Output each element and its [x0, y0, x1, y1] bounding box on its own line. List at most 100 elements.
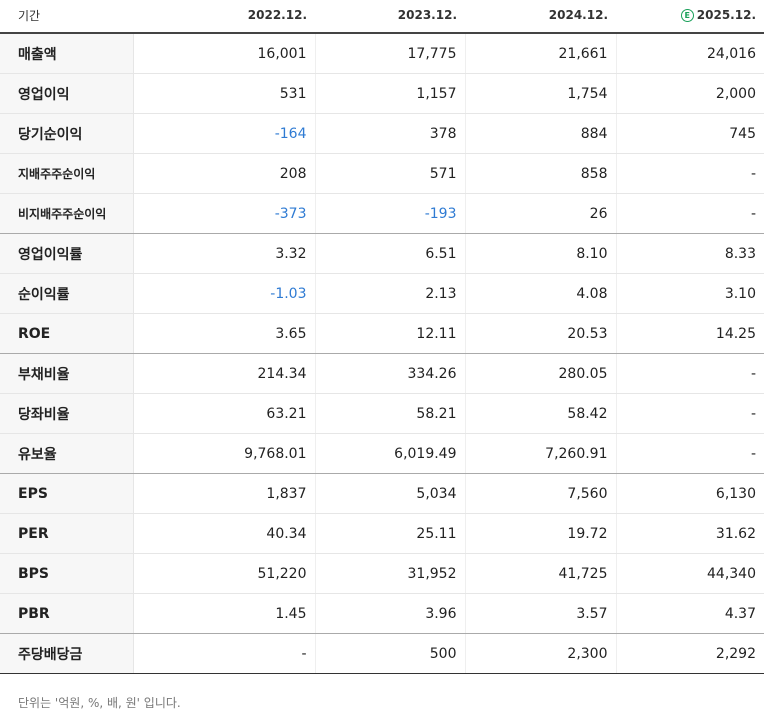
row-label: BPS — [0, 553, 134, 594]
cell-value: 1.45 — [133, 593, 316, 634]
cell-value: -373 — [133, 193, 316, 234]
table-row: 유보율 9,768.01 6,019.49 7,260.91- — [0, 433, 764, 474]
cell-value: 4.37 — [616, 593, 764, 634]
row-label: 당기순이익 — [0, 113, 134, 154]
cell-value: 6,130 — [616, 473, 764, 514]
cell-value: 4.08 — [465, 273, 617, 314]
table-row: 비지배주주순이익 -373 -193 26- — [0, 193, 764, 234]
row-label: 매출액 — [0, 33, 134, 74]
cell-value: 378 — [315, 113, 466, 154]
row-label: 주당배당금 — [0, 633, 134, 674]
row-label: 영업이익률 — [0, 233, 134, 274]
cell-value: 1,157 — [315, 73, 466, 114]
cell-value: 1,837 — [133, 473, 316, 514]
cell-value: 214.34 — [133, 353, 316, 394]
row-label: ROE — [0, 313, 134, 354]
cell-value: 40.34 — [133, 513, 316, 554]
cell-value: -193 — [315, 193, 466, 234]
cell-value: 25.11 — [315, 513, 466, 554]
cell-value: - — [616, 153, 764, 194]
row-label: PER — [0, 513, 134, 554]
cell-value: 12.11 — [315, 313, 466, 354]
cell-value: 58.42 — [465, 393, 617, 434]
table-row: PBR 1.45 3.96 3.57 4.37 — [0, 593, 764, 634]
row-label: 영업이익 — [0, 73, 134, 114]
cell-value: 7,260.91 — [465, 433, 617, 474]
cell-value: 17,775 — [315, 33, 466, 74]
header-period-2024: 2024.12. — [465, 0, 616, 34]
table-row: 부채비율 214.34 334.26 280.05- — [0, 353, 764, 394]
cell-value: - — [616, 353, 764, 394]
cell-value: -1.03 — [133, 273, 316, 314]
cell-value: 3.57 — [465, 593, 617, 634]
cell-value: 531 — [133, 73, 316, 114]
cell-value: 2,292 — [616, 633, 764, 674]
row-label: 당좌비율 — [0, 393, 134, 434]
cell-value: 1,754 — [465, 73, 617, 114]
table-row: BPS 51,220 31,952 41,725 44,340 — [0, 553, 764, 594]
table-row: 영업이익 531 1,157 1,754 2,000 — [0, 73, 764, 114]
cell-value: 500 — [315, 633, 466, 674]
cell-value: 26 — [465, 193, 617, 234]
cell-value: 3.96 — [315, 593, 466, 634]
cell-value: 334.26 — [315, 353, 466, 394]
cell-value: 3.32 — [133, 233, 316, 274]
cell-value: 884 — [465, 113, 617, 154]
header-period-2022: 2022.12. — [133, 0, 315, 34]
table-row: ROE 3.65 12.11 20.53 14.25 — [0, 313, 764, 354]
row-label: 순이익률 — [0, 273, 134, 314]
cell-value: 3.10 — [616, 273, 764, 314]
cell-value: 571 — [315, 153, 466, 194]
cell-value: 63.21 — [133, 393, 316, 434]
cell-value: - — [616, 433, 764, 474]
cell-value: 2.13 — [315, 273, 466, 314]
financial-summary: 기간 2022.12. 2023.12. 2024.12. E 2025.12. … — [0, 0, 764, 711]
row-label: 유보율 — [0, 433, 134, 474]
row-label: EPS — [0, 473, 134, 514]
cell-value: - — [133, 633, 316, 674]
row-label: 비지배주주순이익 — [0, 193, 134, 234]
cell-value: 280.05 — [465, 353, 617, 394]
cell-value: 208 — [133, 153, 316, 194]
cell-value: 14.25 — [616, 313, 764, 354]
cell-value: 7,560 — [465, 473, 617, 514]
header-period-2025-estimate: E 2025.12. — [616, 0, 764, 34]
header-period-2025-text: 2025.12. — [696, 8, 756, 22]
cell-value: 9,768.01 — [133, 433, 316, 474]
cell-value: 8.33 — [616, 233, 764, 274]
cell-value: - — [616, 393, 764, 434]
financial-table: 기간 2022.12. 2023.12. 2024.12. E 2025.12. … — [0, 0, 764, 674]
row-label: 지배주주순이익 — [0, 153, 134, 194]
cell-value: 44,340 — [616, 553, 764, 594]
cell-value: 8.10 — [465, 233, 617, 274]
cell-value: 3.65 — [133, 313, 316, 354]
cell-value: 21,661 — [465, 33, 617, 74]
table-row: 지배주주순이익 208 571 858- — [0, 153, 764, 194]
estimate-icon: E — [680, 9, 694, 22]
row-label: PBR — [0, 593, 134, 634]
header-row: 기간 2022.12. 2023.12. 2024.12. E 2025.12. — [0, 0, 764, 34]
cell-value: 51,220 — [133, 553, 316, 594]
table-row: 순이익률 -1.03 2.13 4.08 3.10 — [0, 273, 764, 314]
cell-value: -164 — [133, 113, 316, 154]
table-row: 주당배당금 -500 2,300 2,292 — [0, 633, 764, 674]
table-row: 영업이익률 3.32 6.51 8.10 8.33 — [0, 233, 764, 274]
cell-value: 31,952 — [315, 553, 466, 594]
cell-value: 20.53 — [465, 313, 617, 354]
table-row: 당기순이익 -164 378 884 745 — [0, 113, 764, 154]
cell-value: 5,034 — [315, 473, 466, 514]
cell-value: 31.62 — [616, 513, 764, 554]
cell-value: 58.21 — [315, 393, 466, 434]
cell-value: 858 — [465, 153, 617, 194]
cell-value: 2,000 — [616, 73, 764, 114]
header-period-label: 기간 — [0, 0, 133, 34]
cell-value: 19.72 — [465, 513, 617, 554]
cell-value: - — [616, 193, 764, 234]
table-row: PER 40.34 25.11 19.72 31.62 — [0, 513, 764, 554]
cell-value: 2,300 — [465, 633, 617, 674]
row-label: 부채비율 — [0, 353, 134, 394]
header-period-2023: 2023.12. — [315, 0, 465, 34]
cell-value: 41,725 — [465, 553, 617, 594]
cell-value: 24,016 — [616, 33, 764, 74]
unit-note: 단위는 '억원, %, 배, 원' 입니다. — [18, 696, 181, 710]
